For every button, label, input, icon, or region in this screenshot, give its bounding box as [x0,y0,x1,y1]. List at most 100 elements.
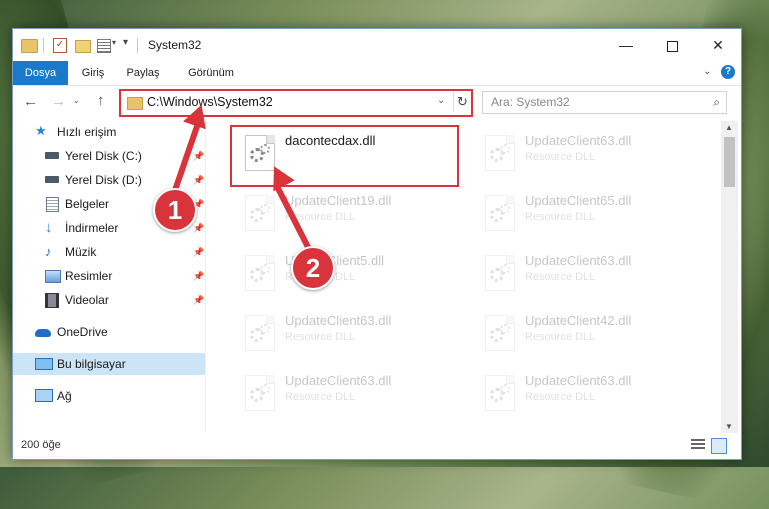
file-item[interactable]: UpdateClient5.dll Resource DLL [233,249,463,297]
file-name: UpdateClient63.dll [525,133,632,148]
dll-file-icon [245,315,275,351]
sidebar-item-label: Ağ [57,389,72,403]
file-item[interactable]: UpdateClient63.dll Resource DLL [233,369,463,417]
drive-c-icon [45,152,59,159]
folder-icon [127,97,143,110]
file-type: Resource DLL [525,391,596,403]
sidebar-item-videos[interactable]: Videolar 📌 [13,289,205,311]
gear-icon [260,204,270,214]
star-icon: ★ [35,123,47,138]
maximize-button[interactable] [649,29,695,61]
pin-icon[interactable]: 📌 [193,217,204,239]
tab-view[interactable]: Görünüm [181,61,241,85]
sidebar-item-pictures[interactable]: Resimler 📌 [13,265,205,287]
search-icon[interactable]: ⌕ [713,95,720,110]
tab-share[interactable]: Paylaş [121,61,165,85]
gear-icon [260,264,270,274]
vertical-scrollbar[interactable]: ▲ ▼ [721,121,738,433]
sidebar-item-this-pc[interactable]: Bu bilgisayar [13,353,205,375]
file-item[interactable]: UpdateClient63.dll Resource DLL [233,309,463,357]
file-type: Resource DLL [525,331,596,343]
minimize-button[interactable]: — [603,29,649,61]
dll-file-icon [485,195,515,231]
sidebar-item-quick-access[interactable]: ★ Hızlı erişim [13,121,205,143]
dll-file-icon [485,255,515,291]
file-type: Resource DLL [525,151,596,163]
sidebar-item-drive-c[interactable]: Yerel Disk (C:) 📌 [13,145,205,167]
back-button[interactable]: ← [23,93,38,110]
ribbon: Dosya Giriş Paylaş Görünüm ⌄ ? [13,61,741,86]
dll-file-icon [485,315,515,351]
sidebar-item-label: Hızlı erişim [57,125,117,139]
separator [43,38,44,53]
sidebar-item-onedrive[interactable]: OneDrive [13,321,205,343]
search-placeholder: Ara: System32 [491,95,570,109]
scrollbar-thumb[interactable] [724,137,735,187]
properties-icon[interactable] [97,39,111,53]
file-type: Resource DLL [285,391,356,403]
forward-button[interactable]: → [51,93,66,110]
up-button[interactable]: ↑ [97,92,105,109]
folder-icon [21,39,38,53]
scroll-down-icon[interactable]: ▼ [725,422,733,431]
sidebar-item-label: Yerel Disk (C:) [65,149,142,163]
file-name: UpdateClient63.dll [525,253,632,268]
properties-check-icon[interactable]: ✓ [53,38,67,53]
close-button[interactable]: ✕ [695,29,741,61]
onedrive-icon [35,329,51,337]
sidebar-item-label: Belgeler [65,197,110,211]
drive-d-icon [45,176,59,183]
new-folder-icon[interactable] [75,40,91,53]
status-bar: 200 öğe [13,433,741,459]
pin-icon[interactable]: 📌 [193,169,204,191]
tab-file[interactable]: Dosya [13,61,68,85]
large-icons-view-icon[interactable] [711,438,727,454]
pin-icon[interactable]: 📌 [193,289,204,311]
file-item[interactable]: UpdateClient63.dll Resource DLL [473,249,703,297]
gear-icon [500,384,510,394]
file-name: UpdateClient65.dll [525,193,632,208]
window-title: System32 [148,38,202,52]
file-item[interactable]: UpdateClient63.dll Resource DLL [473,369,703,417]
chevron-down-icon[interactable]: ▾ [112,38,116,54]
pin-icon[interactable]: 📌 [193,145,204,167]
customize-quick-access-icon[interactable]: ▾ [123,37,128,53]
file-name: UpdateClient63.dll [285,313,392,328]
file-name: UpdateClient63.dll [525,373,632,388]
search-input[interactable]: Ara: System32 ⌕ [482,91,727,114]
network-icon [35,389,53,402]
dll-file-icon [245,375,275,411]
gear-icon [500,144,510,154]
sidebar-item-label: Resimler [65,269,113,283]
refresh-button[interactable]: ↻ [453,92,471,112]
help-icon[interactable]: ? [721,65,735,79]
separator [137,38,138,53]
gear-icon [260,384,270,394]
file-highlight-box [230,125,459,187]
scroll-up-icon[interactable]: ▲ [725,123,733,132]
navigation-bar: ← → ⌄ ↑ C:\Windows\System32 ⌄ ↻ Ara: Sys… [13,86,741,118]
pin-icon[interactable]: 📌 [193,241,204,263]
address-bar[interactable]: C:\Windows\System32 ⌄ ↻ [119,89,473,117]
file-item[interactable]: UpdateClient42.dll Resource DLL [473,309,703,357]
file-type: Resource DLL [525,271,596,283]
annotation-badge-2: 2 [291,246,335,290]
file-item[interactable]: UpdateClient63.dll Resource DLL [473,129,703,177]
pictures-icon [45,270,61,283]
recent-locations-icon[interactable]: ⌄ [73,96,80,105]
expand-ribbon-icon[interactable]: ⌄ [703,66,711,77]
maximize-icon [666,40,678,52]
downloads-icon: ↓ [45,219,53,236]
details-view-icon[interactable] [691,439,705,451]
pin-icon[interactable]: 📌 [193,265,204,287]
chevron-down-icon[interactable]: ⌄ [437,95,445,106]
file-item[interactable]: UpdateClient65.dll Resource DLL [473,189,703,237]
annotation-badge-1: 1 [153,188,197,232]
dll-file-icon [485,135,515,171]
file-item[interactable]: UpdateClient19.dll Resource DLL [233,189,463,237]
sidebar-item-network[interactable]: Ağ [13,385,205,407]
sidebar-item-music[interactable]: ♪ Müzik 📌 [13,241,205,263]
dll-file-icon [485,375,515,411]
file-name: UpdateClient63.dll [285,373,392,388]
tab-home[interactable]: Giriş [75,61,111,85]
